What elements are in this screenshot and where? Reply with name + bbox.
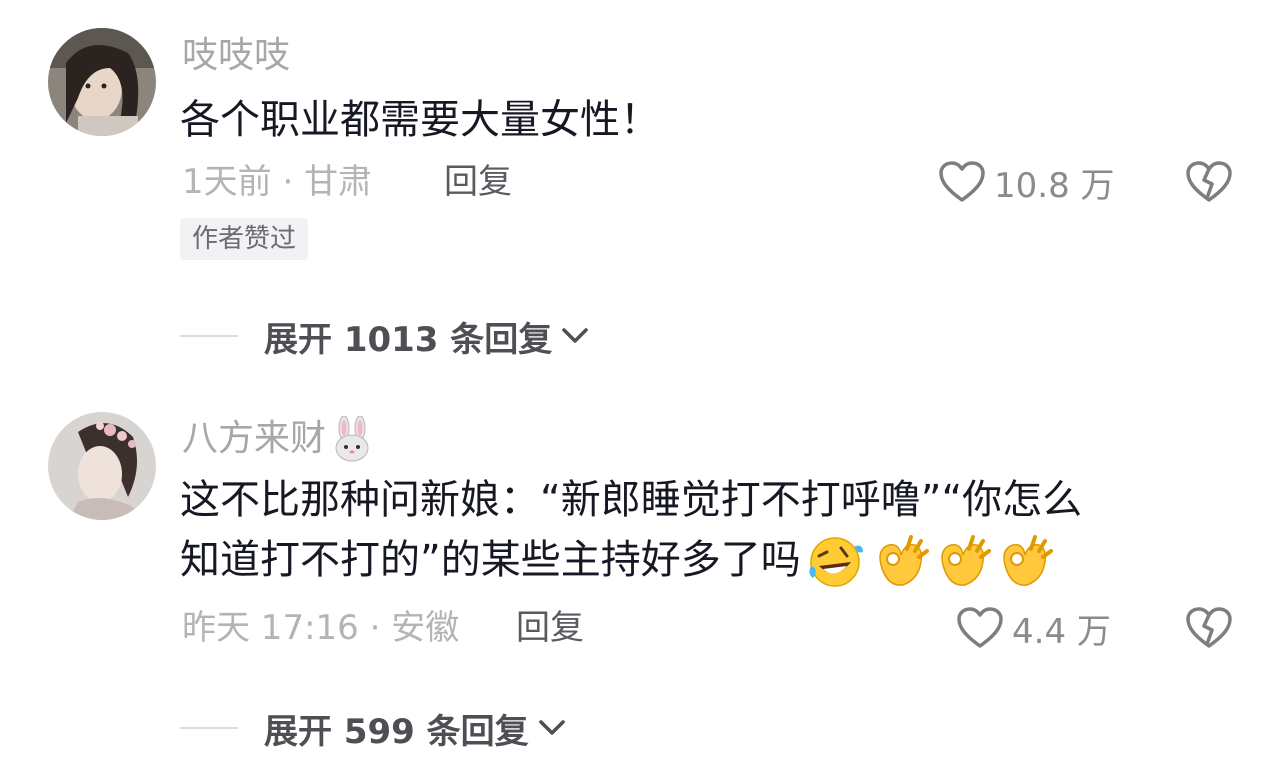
divider-dash — [180, 335, 238, 337]
dislike-button[interactable] — [1184, 606, 1234, 650]
ok-hand-icon — [878, 535, 929, 586]
reply-button[interactable]: 回复 — [516, 606, 584, 650]
like-count: 10.8 万 — [994, 165, 1115, 206]
emoji-group — [801, 535, 1053, 589]
comment-text-line: 这不比那种问新娘：“新郎睡觉打不打呼噜”“你怎么 — [180, 477, 1083, 523]
chevron-down-icon — [538, 720, 565, 735]
expand-replies-label: 展开 1013 条回复 — [264, 319, 553, 360]
rolling-laughing-icon — [809, 537, 863, 587]
rabbit-face-icon — [335, 416, 369, 462]
ok-hand-icon — [940, 535, 991, 586]
divider-dash — [180, 727, 238, 729]
comment-text: 这不比那种问新娘：“新郎睡觉打不打呼噜”“你怎么 知道打不打的”的某些主持好多了… — [180, 470, 1240, 590]
like-button[interactable]: 4.4 万 — [956, 606, 1111, 652]
avatar[interactable] — [48, 412, 156, 520]
comment-meta: 昨天 17:16 · 安徽 — [182, 608, 460, 648]
comment-text-line-content: 知道打不打的”的某些主持好多了吗 — [180, 537, 801, 583]
comment-item: 八方来财 这不比那种问新娘：“新郎睡觉打不打呼噜”“你怎么 知道打不打的”的某些… — [0, 380, 1284, 771]
dislike-button[interactable] — [1184, 160, 1234, 204]
username[interactable]: 八方来财 — [182, 416, 372, 462]
expand-replies-label: 展开 599 条回复 — [264, 711, 529, 752]
reply-button[interactable]: 回复 — [444, 160, 512, 204]
heart-icon — [957, 607, 1003, 648]
author-liked-badge: 作者赞过 — [180, 218, 309, 260]
comment-item: 吱吱吱 各个职业都需要大量女性！ 1天前 · 甘肃 回复 10.8 万 作者赞过… — [0, 0, 1284, 380]
username-text: 八方来财 — [182, 418, 327, 459]
comment-meta: 1天前 · 甘肃 — [182, 162, 373, 202]
avatar[interactable] — [48, 28, 156, 136]
broken-heart-icon — [1186, 607, 1232, 648]
like-count: 4.4 万 — [1012, 611, 1111, 652]
comment-text-line: 知道打不打的”的某些主持好多了吗 — [180, 530, 1240, 590]
expand-replies-button[interactable]: 展开 1013 条回复 — [180, 314, 590, 360]
comment-text: 各个职业都需要大量女性！ — [180, 97, 660, 143]
chevron-down-icon — [562, 328, 589, 343]
like-button[interactable]: 10.8 万 — [938, 160, 1115, 206]
ok-hand-icon — [1002, 535, 1053, 586]
expand-replies-button[interactable]: 展开 599 条回复 — [180, 706, 567, 752]
broken-heart-icon — [1186, 161, 1232, 202]
heart-icon — [939, 161, 985, 202]
username[interactable]: 吱吱吱 — [182, 34, 290, 78]
